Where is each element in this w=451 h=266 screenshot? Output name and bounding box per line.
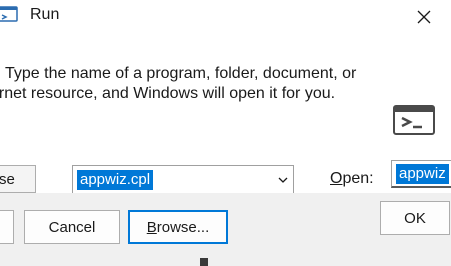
open-combobox[interactable]: appwiz.cpl: [72, 165, 294, 195]
partial-left-field: se: [0, 165, 36, 193]
right-duplicate-combobox[interactable]: appwiz: [391, 160, 451, 188]
browse-button[interactable]: Browse...: [128, 210, 228, 244]
run-app-icon: [0, 6, 18, 22]
run-dialog: Run Type the name of a program, folder, …: [0, 0, 451, 266]
title-bar: Run: [0, 0, 451, 38]
instructions-line-1: Type the name of a program, folder, docu…: [5, 65, 357, 82]
button-bar: Cancel Browse... OK: [0, 193, 451, 266]
open-label: Open:: [330, 165, 388, 193]
right-input-value[interactable]: appwiz: [396, 164, 449, 184]
instructions-line-2: ernet resource, and Windows will open it…: [0, 85, 336, 102]
partial-left-button[interactable]: [0, 210, 14, 244]
chevron-down-icon[interactable]: [277, 174, 289, 186]
open-input-value[interactable]: appwiz.cpl: [77, 170, 154, 190]
browse-label-rest: rowse...: [156, 218, 210, 236]
open-label-mnemonic: O: [330, 170, 343, 187]
taskbar-edge: [200, 258, 208, 266]
ok-button[interactable]: OK: [380, 201, 450, 235]
dialog-body: Type the name of a program, folder, docu…: [0, 38, 451, 195]
instructions-text: Type the name of a program, folder, docu…: [0, 64, 380, 104]
close-button[interactable]: [407, 0, 441, 34]
cancel-button[interactable]: Cancel: [24, 210, 120, 244]
browse-mnemonic: B: [146, 218, 157, 236]
close-icon: [417, 10, 431, 24]
window-title: Run: [30, 6, 60, 23]
open-label-rest: pen:: [342, 170, 374, 187]
run-icon: [393, 105, 435, 135]
